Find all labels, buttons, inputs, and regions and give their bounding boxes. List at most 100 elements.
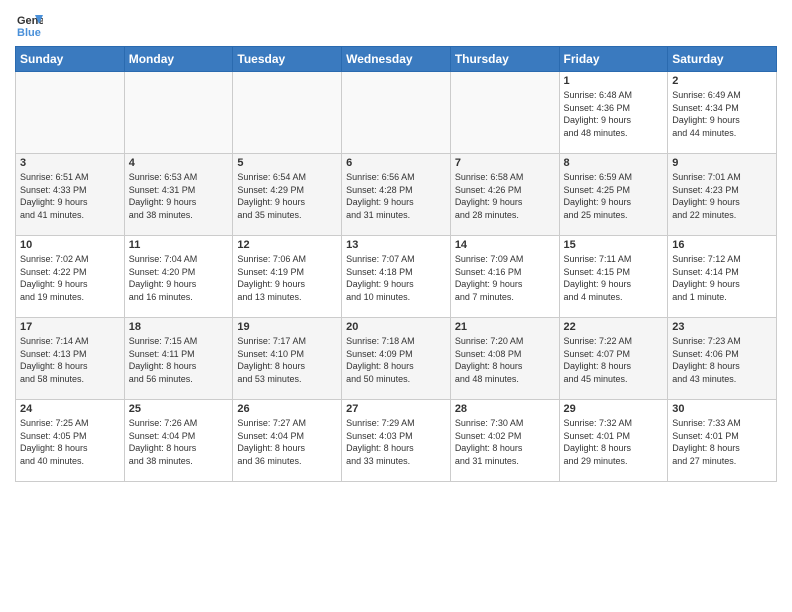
day-number: 18 [129,321,229,333]
day-info: Sunrise: 7:09 AM Sunset: 4:16 PM Dayligh… [455,253,555,303]
day-number: 14 [455,239,555,251]
day-info: Sunrise: 7:23 AM Sunset: 4:06 PM Dayligh… [672,335,772,385]
logo: General Blue [15,10,47,38]
calendar-header-row: SundayMondayTuesdayWednesdayThursdayFrid… [16,47,777,72]
calendar-cell: 8Sunrise: 6:59 AM Sunset: 4:25 PM Daylig… [559,154,668,236]
calendar-cell: 12Sunrise: 7:06 AM Sunset: 4:19 PM Dayli… [233,236,342,318]
day-number: 15 [564,239,664,251]
calendar-cell: 3 Sunrise: 6:51 AM Sunset: 4:33 PM Daylig… [16,154,125,236]
day-number: 22 [564,321,664,333]
day-info: Sunrise: 7:25 AM Sunset: 4:05 PM Dayligh… [20,417,120,467]
col-header-sunday: Sunday [16,47,125,72]
day-info: Sunrise: 7:04 AM Sunset: 4:20 PM Dayligh… [129,253,229,303]
day-info: Sunrise: 7:17 AM Sunset: 4:10 PM Dayligh… [237,335,337,385]
day-number: 6 [346,157,446,169]
day-number: 11 [129,239,229,251]
calendar-cell: 22 Sunrise: 7:22 AM Sunset: 4:07 PM Dayli… [559,318,668,400]
day-info: Sunrise: 7:02 AM Sunset: 4:22 PM Dayligh… [20,253,120,303]
day-number: 7 [455,157,555,169]
day-info: Sunrise: 7:33 AM Sunset: 4:01 PM Dayligh… [672,417,772,467]
col-header-tuesday: Tuesday [233,47,342,72]
calendar-week-5: 24 Sunrise: 7:25 AM Sunset: 4:05 PM Dayli… [16,400,777,482]
day-info: Sunrise: 7:15 AM Sunset: 4:11 PM Dayligh… [129,335,229,385]
day-info: Sunrise: 6:49 AM Sunset: 4:34 PM Dayligh… [672,89,772,139]
calendar-cell: 11 Sunrise: 7:04 AM Sunset: 4:20 PM Dayli… [124,236,233,318]
calendar-cell: 29 Sunrise: 7:32 AM Sunset: 4:01 PM Dayli… [559,400,668,482]
calendar-table: SundayMondayTuesdayWednesdayThursdayFrid… [15,46,777,482]
day-info: Sunrise: 7:29 AM Sunset: 4:03 PM Dayligh… [346,417,446,467]
calendar-cell: 14 Sunrise: 7:09 AM Sunset: 4:16 PM Dayli… [450,236,559,318]
day-number: 27 [346,403,446,415]
calendar-cell: 6 Sunrise: 6:56 AM Sunset: 4:28 PM Daylig… [342,154,451,236]
col-header-saturday: Saturday [668,47,777,72]
calendar-cell: 4 Sunrise: 6:53 AM Sunset: 4:31 PM Daylig… [124,154,233,236]
day-info: Sunrise: 6:53 AM Sunset: 4:31 PM Dayligh… [129,171,229,221]
day-number: 5 [237,157,337,169]
day-number: 28 [455,403,555,415]
col-header-wednesday: Wednesday [342,47,451,72]
day-number: 8 [564,157,664,169]
calendar-cell [124,72,233,154]
day-info: Sunrise: 7:14 AM Sunset: 4:13 PM Dayligh… [20,335,120,385]
day-number: 30 [672,403,772,415]
calendar-cell: 13 Sunrise: 7:07 AM Sunset: 4:18 PM Dayli… [342,236,451,318]
day-number: 29 [564,403,664,415]
day-number: 4 [129,157,229,169]
day-info: Sunrise: 7:20 AM Sunset: 4:08 PM Dayligh… [455,335,555,385]
day-info: Sunrise: 7:18 AM Sunset: 4:09 PM Dayligh… [346,335,446,385]
day-number: 3 [20,157,120,169]
calendar-cell: 23Sunrise: 7:23 AM Sunset: 4:06 PM Dayli… [668,318,777,400]
day-info: Sunrise: 7:22 AM Sunset: 4:07 PM Dayligh… [564,335,664,385]
calendar-week-2: 3 Sunrise: 6:51 AM Sunset: 4:33 PM Daylig… [16,154,777,236]
day-number: 12 [237,239,337,251]
day-info: Sunrise: 6:48 AM Sunset: 4:36 PM Dayligh… [564,89,664,139]
day-info: Sunrise: 6:54 AM Sunset: 4:29 PM Dayligh… [237,171,337,221]
day-number: 9 [672,157,772,169]
day-info: Sunrise: 6:51 AM Sunset: 4:33 PM Dayligh… [20,171,120,221]
header: General Blue [15,10,777,38]
page: General Blue SundayMondayTuesdayWednesda… [0,0,792,612]
day-number: 2 [672,75,772,87]
day-info: Sunrise: 7:11 AM Sunset: 4:15 PM Dayligh… [564,253,664,303]
calendar-cell: 28Sunrise: 7:30 AM Sunset: 4:02 PM Dayli… [450,400,559,482]
calendar-cell: 9 Sunrise: 7:01 AM Sunset: 4:23 PM Daylig… [668,154,777,236]
calendar-cell [233,72,342,154]
calendar-cell: 7 Sunrise: 6:58 AM Sunset: 4:26 PM Daylig… [450,154,559,236]
day-info: Sunrise: 6:56 AM Sunset: 4:28 PM Dayligh… [346,171,446,221]
day-number: 13 [346,239,446,251]
day-number: 16 [672,239,772,251]
calendar-cell: 16Sunrise: 7:12 AM Sunset: 4:14 PM Dayli… [668,236,777,318]
day-number: 21 [455,321,555,333]
calendar-cell: 20 Sunrise: 7:18 AM Sunset: 4:09 PM Dayli… [342,318,451,400]
day-info: Sunrise: 7:07 AM Sunset: 4:18 PM Dayligh… [346,253,446,303]
logo-icon: General Blue [15,10,43,38]
calendar-cell: 18 Sunrise: 7:15 AM Sunset: 4:11 PM Dayli… [124,318,233,400]
calendar-week-4: 17Sunrise: 7:14 AM Sunset: 4:13 PM Dayli… [16,318,777,400]
day-number: 24 [20,403,120,415]
col-header-thursday: Thursday [450,47,559,72]
calendar-cell: 30 Sunrise: 7:33 AM Sunset: 4:01 PM Dayli… [668,400,777,482]
calendar-cell: 1 Sunrise: 6:48 AM Sunset: 4:36 PM Daylig… [559,72,668,154]
calendar-cell: 2 Sunrise: 6:49 AM Sunset: 4:34 PM Daylig… [668,72,777,154]
calendar-cell: 10 Sunrise: 7:02 AM Sunset: 4:22 PM Dayli… [16,236,125,318]
calendar-cell: 17Sunrise: 7:14 AM Sunset: 4:13 PM Dayli… [16,318,125,400]
day-info: Sunrise: 6:58 AM Sunset: 4:26 PM Dayligh… [455,171,555,221]
calendar-cell: 27 Sunrise: 7:29 AM Sunset: 4:03 PM Dayli… [342,400,451,482]
svg-text:Blue: Blue [17,27,41,38]
col-header-monday: Monday [124,47,233,72]
day-info: Sunrise: 7:01 AM Sunset: 4:23 PM Dayligh… [672,171,772,221]
col-header-friday: Friday [559,47,668,72]
day-info: Sunrise: 7:32 AM Sunset: 4:01 PM Dayligh… [564,417,664,467]
day-info: Sunrise: 7:27 AM Sunset: 4:04 PM Dayligh… [237,417,337,467]
day-number: 19 [237,321,337,333]
calendar-cell: 24 Sunrise: 7:25 AM Sunset: 4:05 PM Dayli… [16,400,125,482]
calendar-cell: 26Sunrise: 7:27 AM Sunset: 4:04 PM Dayli… [233,400,342,482]
day-number: 10 [20,239,120,251]
day-number: 20 [346,321,446,333]
calendar-week-1: 1 Sunrise: 6:48 AM Sunset: 4:36 PM Daylig… [16,72,777,154]
calendar-cell: 5 Sunrise: 6:54 AM Sunset: 4:29 PM Daylig… [233,154,342,236]
day-number: 1 [564,75,664,87]
calendar-cell: 21 Sunrise: 7:20 AM Sunset: 4:08 PM Dayli… [450,318,559,400]
calendar-cell: 15 Sunrise: 7:11 AM Sunset: 4:15 PM Dayli… [559,236,668,318]
day-info: Sunrise: 7:26 AM Sunset: 4:04 PM Dayligh… [129,417,229,467]
